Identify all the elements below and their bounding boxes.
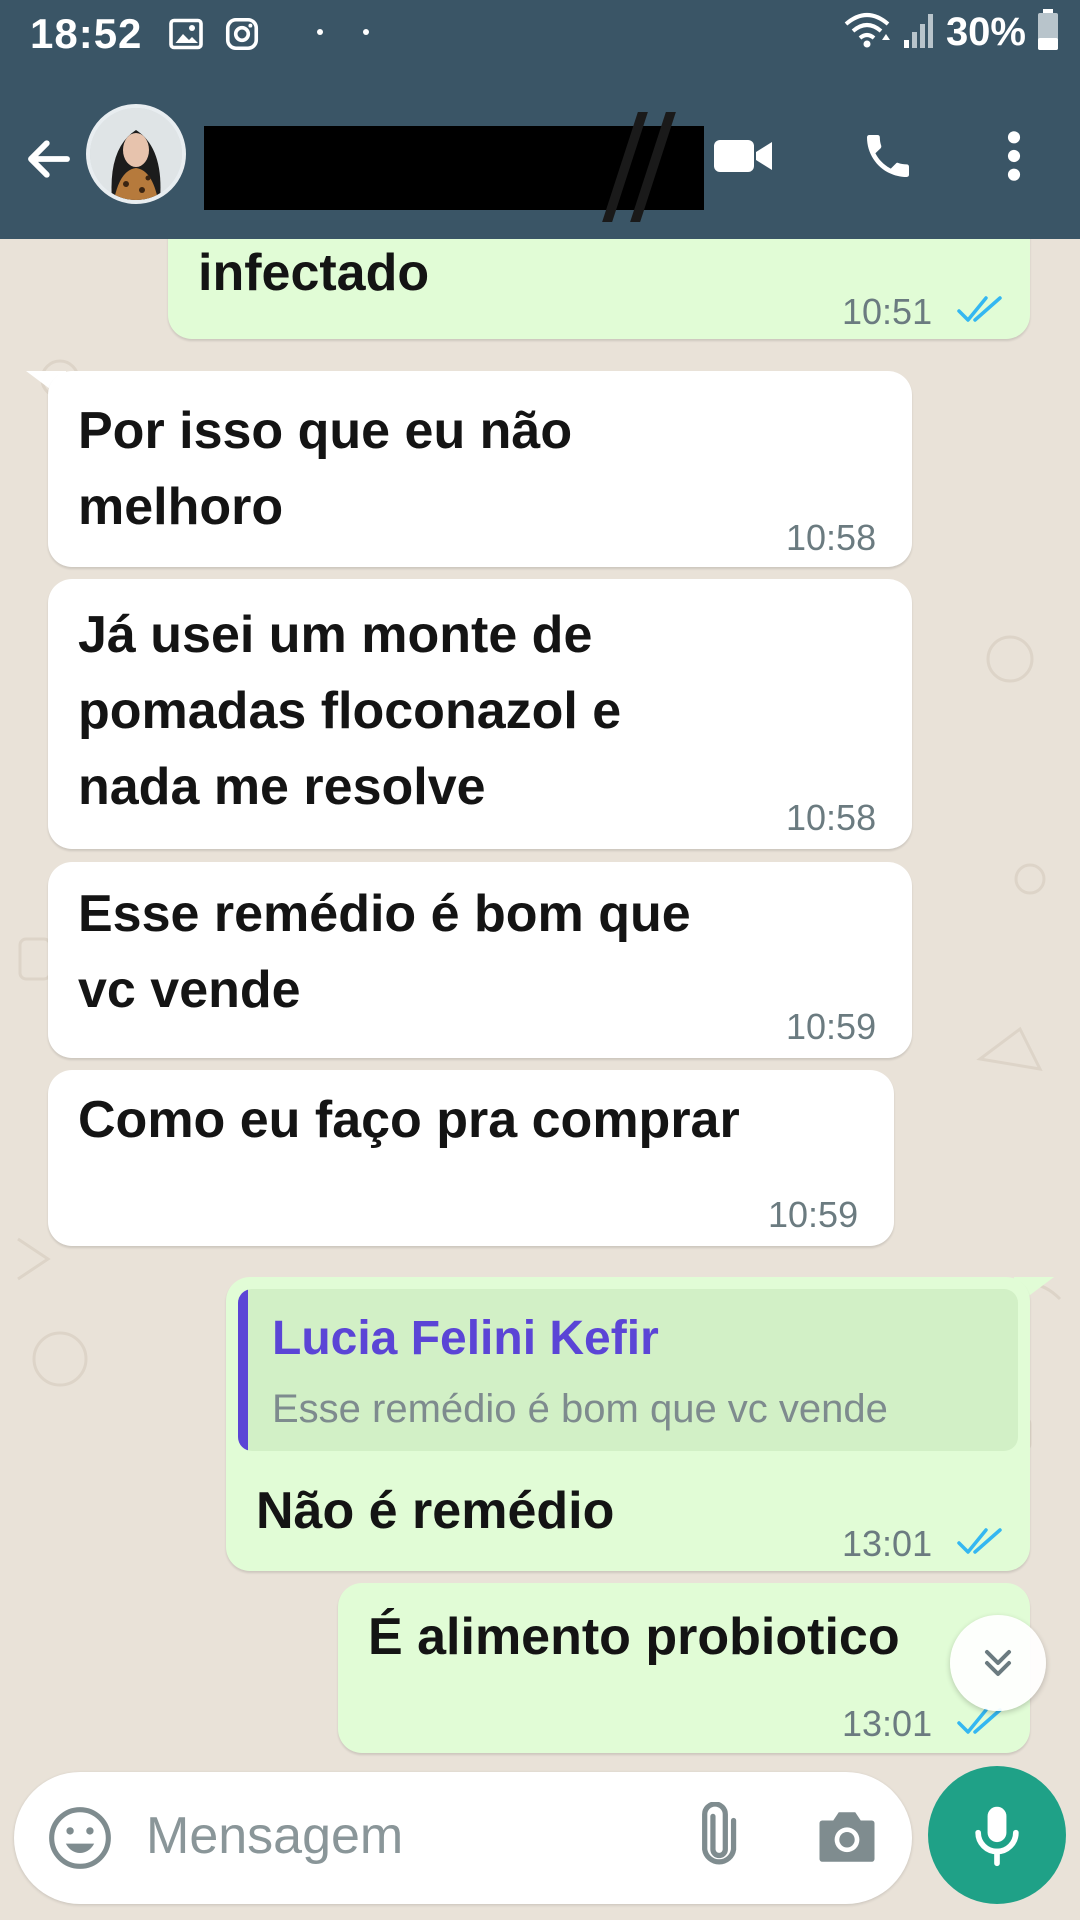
message-text: Por isso que eu não melhoro [78, 402, 573, 536]
voice-call-icon[interactable] [860, 128, 916, 189]
reply-author: Lucia Felini Kefir [272, 1312, 659, 1365]
message-time: 10:59 [768, 1194, 859, 1235]
message-text: Como eu faço pra comprar [78, 1091, 740, 1149]
message-input[interactable]: Mensagem [146, 1806, 403, 1866]
contact-avatar[interactable] [86, 104, 186, 204]
status-right: 30% [842, 8, 1060, 57]
message-text: Não é remédio [256, 1482, 615, 1540]
message-bubble-incoming[interactable]: Por isso que eu não melhoro 10:58 [48, 371, 912, 567]
message-time: 10:58 [786, 517, 877, 558]
status-bar: 18:52 30% [0, 0, 1080, 76]
video-call-icon[interactable] [712, 134, 776, 183]
message-bubble-outgoing[interactable]: infectado 10:51 [168, 239, 1030, 339]
message-time: 10:51 [842, 291, 933, 332]
message-time: 10:58 [786, 797, 877, 838]
reply-accent-bar [238, 1289, 248, 1451]
message-bubble-incoming[interactable]: Como eu faço pra comprar 10:59 [48, 1070, 894, 1246]
message-bubble-incoming[interactable]: Já usei um monte de pomadas floconazol e… [48, 579, 912, 849]
chevron-double-down-icon [976, 1641, 1020, 1690]
scroll-to-bottom-button[interactable] [950, 1615, 1046, 1711]
chat-area[interactable]: infectado 10:51 Por isso que eu não melh… [0, 239, 1080, 1761]
more-options-icon[interactable] [1000, 128, 1028, 189]
message-text: Já usei um monte de pomadas floconazol e… [78, 606, 622, 816]
emoji-icon[interactable] [46, 1804, 114, 1877]
read-receipt-icon [956, 293, 1006, 332]
instagram-icon [224, 16, 260, 57]
message-text: Esse remédio é bom que vc vende [78, 885, 691, 1019]
battery-icon [1036, 8, 1060, 57]
read-receipt-icon [956, 1525, 1006, 1564]
mic-icon [968, 1802, 1026, 1873]
message-time: 13:01 [842, 1523, 933, 1564]
attach-icon[interactable] [680, 1801, 750, 1877]
message-text: infectado [198, 244, 430, 302]
camera-icon[interactable] [814, 1806, 880, 1873]
quoted-reply[interactable]: Lucia Felini Kefir Esse remédio é bom qu… [238, 1289, 1018, 1451]
back-arrow-icon[interactable] [22, 132, 76, 191]
message-bubble-outgoing[interactable]: É alimento probiotico 13:01 [338, 1583, 1030, 1753]
message-text: É alimento probiotico [368, 1608, 900, 1666]
chat-header [0, 76, 1080, 239]
status-time: 18:52 [30, 10, 143, 57]
image-icon [168, 16, 204, 57]
signal-icon [902, 10, 936, 55]
message-time: 13:01 [842, 1703, 933, 1744]
voice-record-button[interactable] [928, 1766, 1066, 1904]
message-bubble-incoming[interactable]: Esse remédio é bom que vc vende 10:59 [48, 862, 912, 1058]
notification-dots-icon [314, 24, 374, 45]
battery-percent: 30% [945, 10, 1026, 54]
wifi-icon [842, 10, 892, 55]
message-composer[interactable]: Mensagem [14, 1772, 912, 1904]
reply-text: Esse remédio é bom que vc vende [272, 1387, 888, 1431]
message-time: 10:59 [786, 1006, 877, 1047]
message-bubble-outgoing[interactable]: Lucia Felini Kefir Esse remédio é bom qu… [226, 1277, 1030, 1571]
